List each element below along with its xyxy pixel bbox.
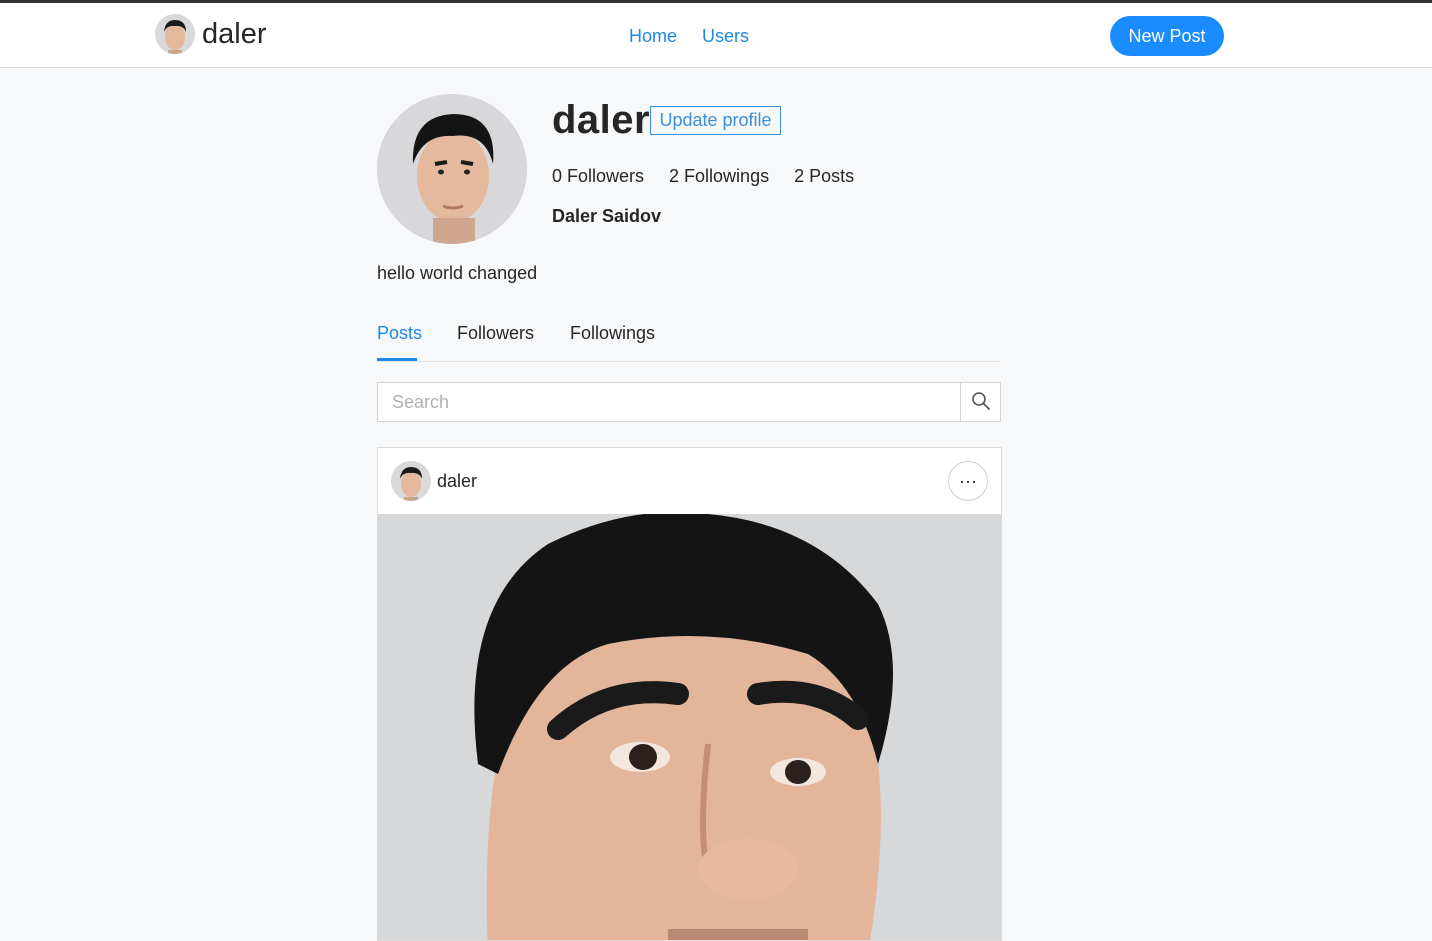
post-author[interactable]: daler: [391, 461, 477, 501]
nav-links: Home Users: [629, 26, 749, 47]
posts-count: 2 Posts: [794, 166, 855, 186]
profile-avatar: [377, 94, 527, 244]
tab-followings[interactable]: Followings: [570, 323, 655, 344]
followers-count[interactable]: 0 Followers: [552, 166, 644, 187]
brand[interactable]: daler: [155, 14, 267, 54]
search-icon: [971, 391, 991, 414]
tab-followers[interactable]: Followers: [457, 323, 534, 344]
new-post-button[interactable]: New Post: [1110, 16, 1224, 56]
post-options-button[interactable]: ···: [948, 461, 988, 501]
post-search: [377, 382, 1001, 422]
brand-name: daler: [202, 17, 267, 50]
nav-link-home[interactable]: Home: [629, 26, 677, 47]
navbar: daler Home Users New Post: [0, 3, 1432, 68]
followings-count[interactable]: 2 Followings: [669, 166, 769, 187]
search-input[interactable]: [378, 383, 962, 421]
post-header: daler ···: [378, 448, 1001, 514]
profile-tabs: Posts Followers Followings: [377, 320, 1001, 362]
tab-posts[interactable]: Posts: [377, 323, 422, 344]
profile-stats: 0 Followers 2 Followings 2 Posts: [552, 166, 854, 187]
nav-avatar[interactable]: [155, 14, 195, 54]
post-image[interactable]: [378, 512, 1001, 940]
search-button[interactable]: [960, 383, 1000, 421]
active-tab-indicator: [377, 358, 417, 361]
profile-bio: hello world changed: [377, 263, 538, 283]
post-card: daler ···: [377, 447, 1002, 941]
profile-full-name: Daler Saidov: [552, 206, 662, 226]
update-profile-button[interactable]: Update profile: [650, 106, 781, 135]
post-author-avatar[interactable]: [391, 461, 431, 501]
more-icon: ···: [959, 471, 977, 491]
post-author-name[interactable]: daler: [437, 471, 477, 492]
profile-username: daler: [552, 98, 651, 142]
nav-link-users[interactable]: Users: [702, 26, 749, 47]
